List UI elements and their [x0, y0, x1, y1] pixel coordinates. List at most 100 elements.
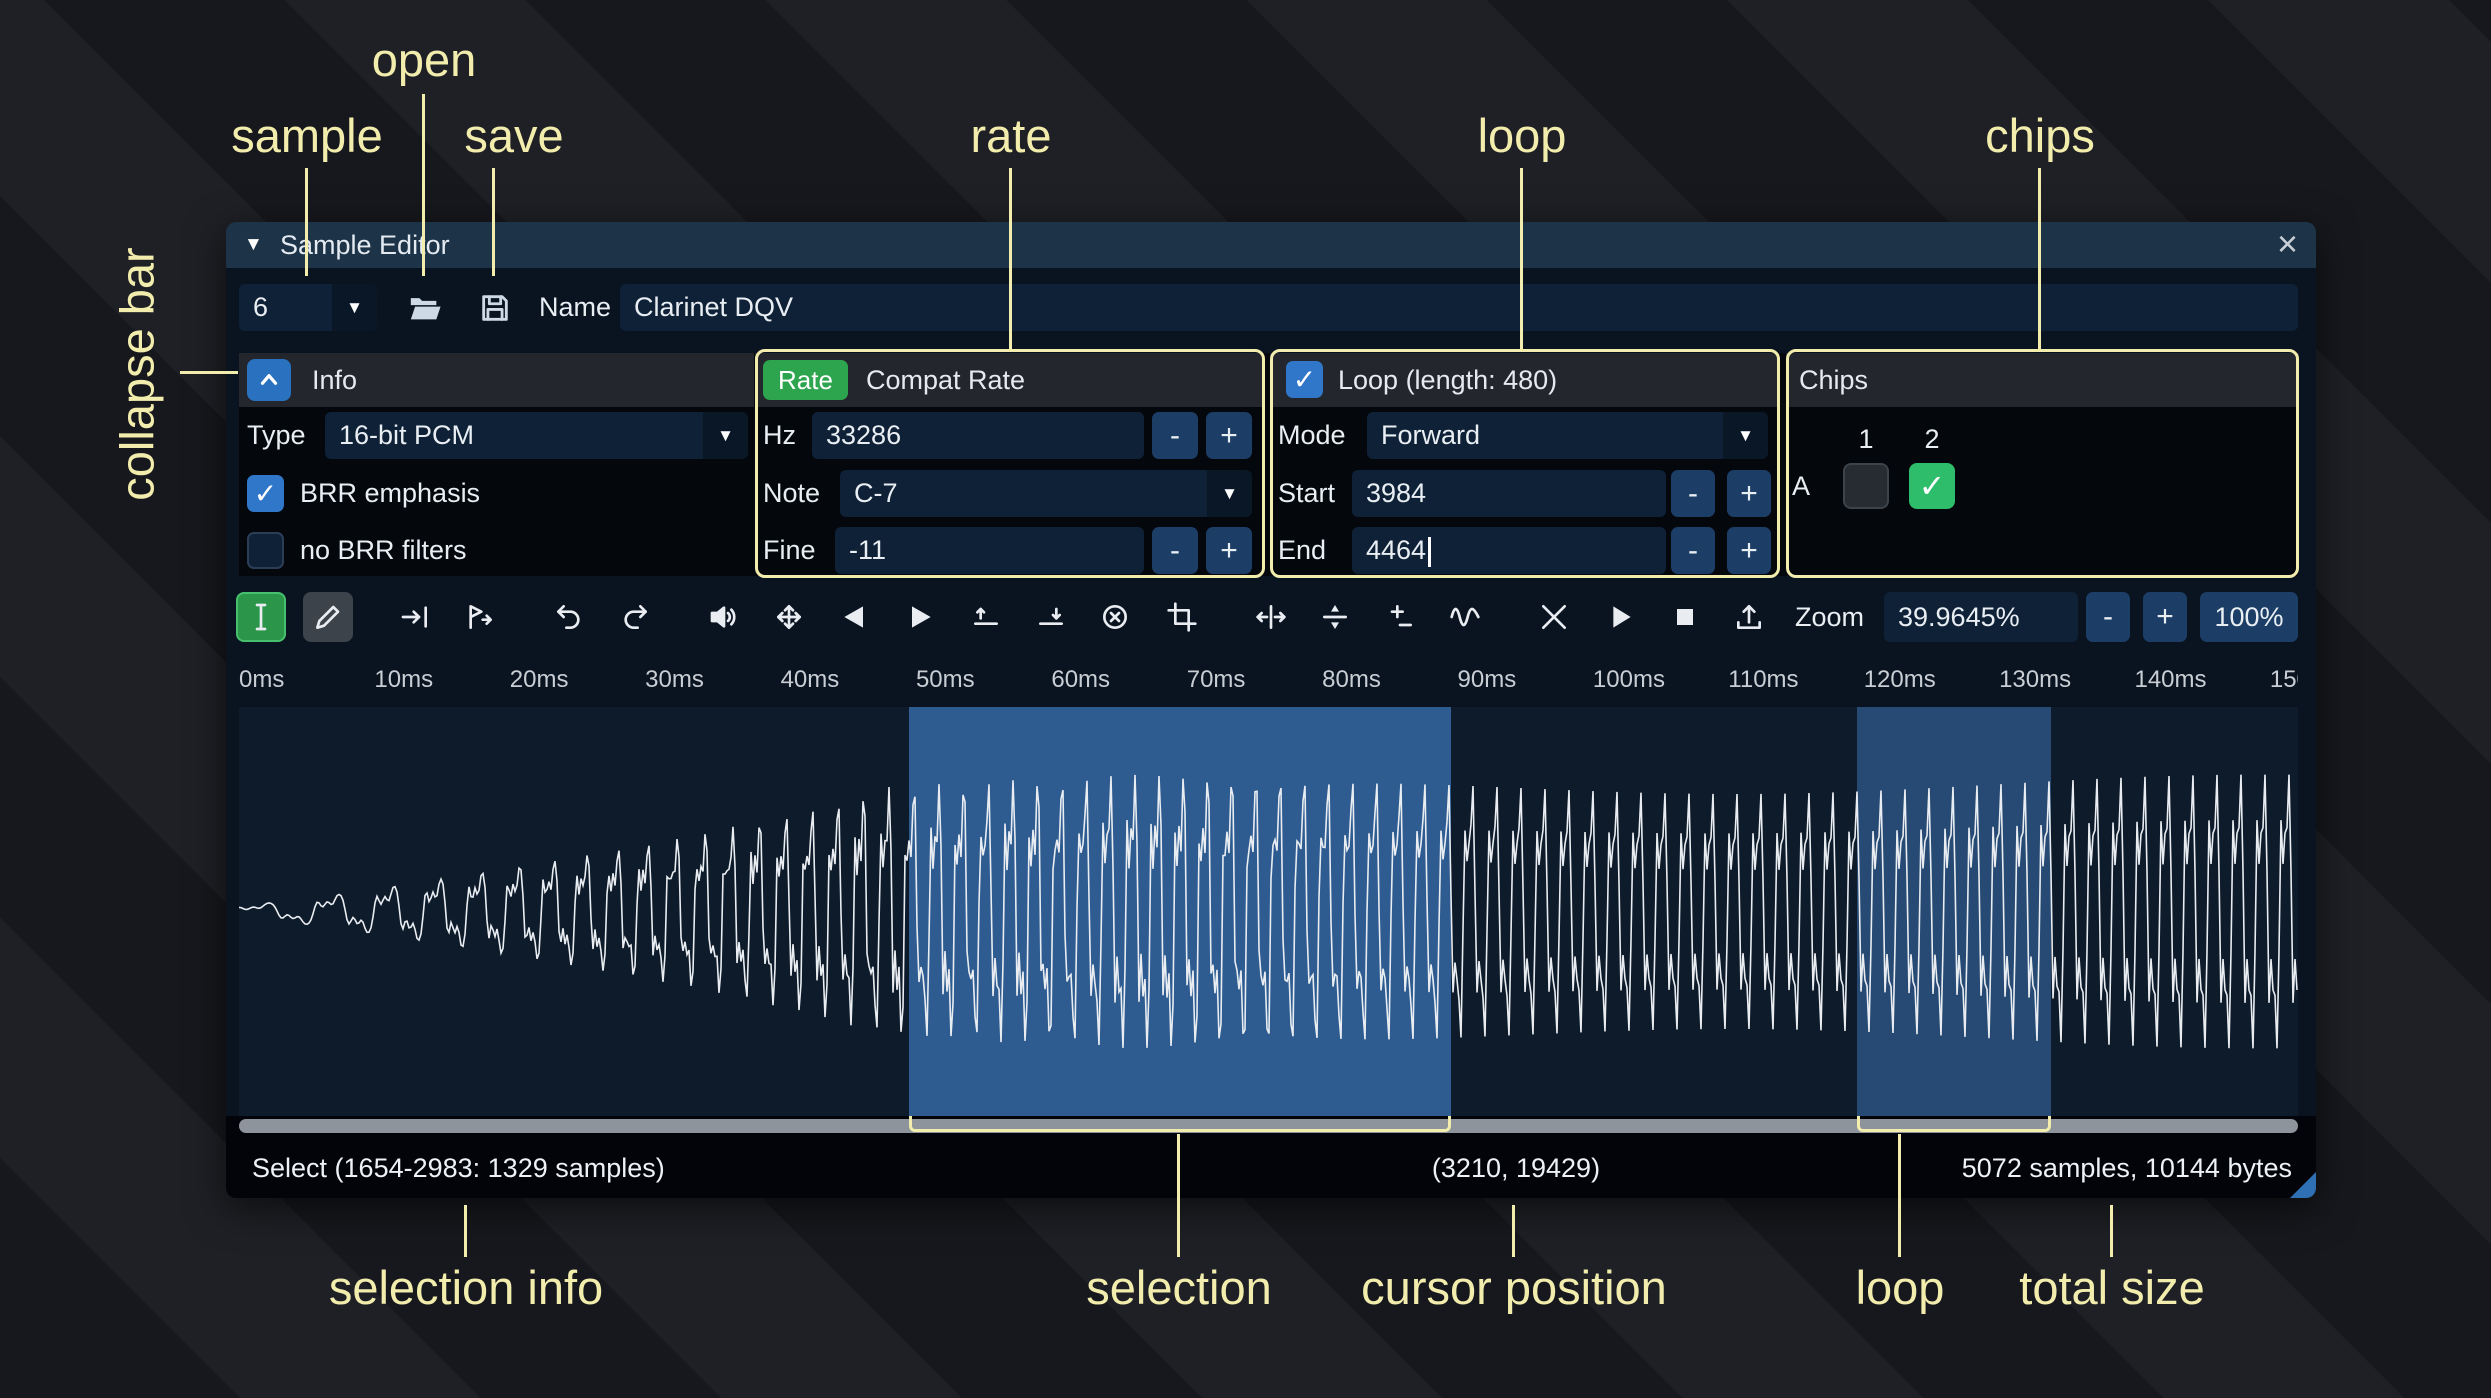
tool-normalize-button[interactable] — [764, 592, 814, 642]
tool-crossfade-button[interactable] — [1529, 592, 1579, 642]
waveform-canvas[interactable] — [239, 707, 2298, 1116]
resample-icon — [469, 605, 492, 629]
tool-delete-button[interactable] — [1090, 592, 1140, 642]
zoom-in-button[interactable]: + — [2143, 592, 2187, 642]
zoom-label: Zoom — [1795, 602, 1865, 632]
waveform-area[interactable] — [239, 707, 2298, 1116]
reverse-icon — [1256, 605, 1286, 629]
collapse-bar-button[interactable] — [247, 359, 291, 401]
annotation-line-total-size — [2110, 1205, 2113, 1257]
zoom-out-button[interactable]: - — [2086, 592, 2130, 642]
zoom-reset-button[interactable]: 100% — [2200, 592, 2298, 642]
zoom-input[interactable]: 39.9645% — [1884, 592, 2078, 642]
annotation-selection-info: selection info — [328, 1261, 604, 1314]
tool-draw-button[interactable] — [303, 592, 353, 642]
annotation-sample: sample — [231, 109, 383, 162]
annotation-line-collapse-bar — [180, 371, 238, 374]
tool-insert-silence-button[interactable] — [961, 592, 1011, 642]
crop-icon — [1167, 602, 1197, 632]
tool-select-button[interactable] — [236, 592, 286, 642]
tool-invert-button[interactable] — [1310, 592, 1360, 642]
timeline-label: 50ms — [915, 666, 975, 693]
sample-select[interactable]: 6 ▼ — [239, 284, 377, 331]
cursor-position-text: (3210, 19429) — [1431, 1153, 1601, 1183]
tool-filter-button[interactable] — [1440, 592, 1490, 642]
annotation-save: save — [464, 109, 564, 162]
annotation-line-selection-info — [464, 1205, 467, 1257]
zoom-input-value: 39.9645% — [1898, 602, 2020, 632]
annotation-cursor-position: cursor position — [1361, 1261, 1667, 1314]
tool-trim-button[interactable] — [1157, 592, 1207, 642]
undo-icon — [557, 605, 580, 629]
annotation-selection: selection — [1086, 1261, 1272, 1314]
no-brr-filters-checkbox[interactable] — [247, 532, 284, 569]
tool-apply-silence-button[interactable] — [1026, 592, 1076, 642]
loop-bracket — [1857, 1116, 2051, 1132]
plus-minus-icon — [1390, 605, 1412, 627]
selection-info-text: Select (1654-2983: 1329 samples) — [252, 1153, 665, 1183]
annotation-total-size: total size — [2019, 1261, 2205, 1314]
timeline-ruler[interactable]: 0ms 10ms 20ms 30ms 40ms 50ms 60ms 70ms 80ms 90ms 1… — [239, 658, 2298, 702]
folder-open-icon — [410, 297, 441, 319]
delete-circle-icon — [1103, 605, 1127, 629]
tool-preview-button[interactable] — [1595, 592, 1645, 642]
window-collapse-icon[interactable]: ▼ — [244, 222, 263, 268]
chevron-down-icon[interactable]: ▼ — [703, 412, 748, 459]
page-background: ▼ Sample Editor × 6 ▼ Name Clarinet DQV — [0, 0, 2491, 1398]
save-sample-button[interactable] — [471, 284, 519, 331]
triangle-right-icon — [912, 606, 931, 628]
tool-fade-out-button[interactable] — [895, 592, 945, 642]
annotation-line-loop-bottom — [1898, 1134, 1901, 1257]
timeline-label: 150ms — [2269, 666, 2298, 693]
timeline-label: 40ms — [780, 666, 840, 693]
tool-fade-in-button[interactable] — [830, 592, 880, 642]
tool-resample-button[interactable] — [455, 592, 505, 642]
type-dropdown[interactable]: 16-bit PCM ▼ — [325, 412, 748, 459]
cross-icon — [1542, 605, 1566, 629]
tool-undo-button[interactable] — [544, 592, 594, 642]
chevron-up-icon — [260, 374, 278, 385]
annotation-line-chips — [2038, 168, 2041, 349]
no-brr-filters-label: no BRR filters — [300, 535, 467, 565]
chevron-down-icon[interactable]: ▼ — [332, 284, 377, 331]
tool-reverse-button[interactable] — [1246, 592, 1296, 642]
annotation-line-rate — [1009, 168, 1012, 349]
annotation-line-sample — [305, 168, 308, 276]
tool-resize-button[interactable] — [390, 592, 440, 642]
play-icon — [1613, 606, 1631, 628]
loop-region[interactable] — [1857, 707, 2051, 1116]
brr-emphasis-checkbox[interactable]: ✓ — [247, 475, 284, 512]
close-icon[interactable]: × — [2277, 222, 2298, 266]
open-sample-button[interactable] — [401, 284, 449, 331]
tool-redo-button[interactable] — [610, 592, 660, 642]
titlebar[interactable]: ▼ Sample Editor × — [226, 222, 2316, 268]
resize-grip[interactable] — [2290, 1172, 2316, 1198]
sample-select-value: 6 — [253, 292, 269, 322]
tool-stop-button[interactable] — [1660, 592, 1710, 642]
ibeam-cursor-icon — [255, 603, 267, 631]
tool-sign-invert-button[interactable] — [1375, 592, 1425, 642]
annotation-line-save — [492, 168, 495, 276]
invert-icon — [1323, 605, 1347, 629]
triangle-left-icon — [844, 606, 863, 628]
info-header-label: Info — [312, 365, 358, 395]
timeline-label: 30ms — [645, 666, 704, 693]
timeline-label: 60ms — [1051, 666, 1111, 693]
selection-bracket — [909, 1116, 1451, 1132]
tool-create-wavetable-button[interactable] — [1724, 592, 1774, 642]
name-label: Name — [539, 292, 612, 322]
timeline-label: 120ms — [1863, 666, 1936, 693]
timeline-label: 130ms — [1999, 666, 2072, 693]
annotation-line-loop-top — [1520, 168, 1523, 349]
selection-region[interactable] — [909, 707, 1451, 1116]
annotation-loop-bottom: loop — [1855, 1261, 1945, 1314]
annotation-loop-top: loop — [1477, 109, 1567, 162]
annotation-line-cursor-position — [1512, 1205, 1515, 1257]
timeline-label: 100ms — [1592, 666, 1665, 693]
sine-wave-icon — [1450, 607, 1480, 627]
name-input[interactable]: Clarinet DQV — [620, 284, 2298, 331]
brr-emphasis-label: BRR emphasis — [300, 478, 481, 508]
annotation-open: open — [371, 33, 477, 86]
tool-amplify-button[interactable] — [699, 592, 749, 642]
timeline-label: 90ms — [1457, 666, 1517, 693]
